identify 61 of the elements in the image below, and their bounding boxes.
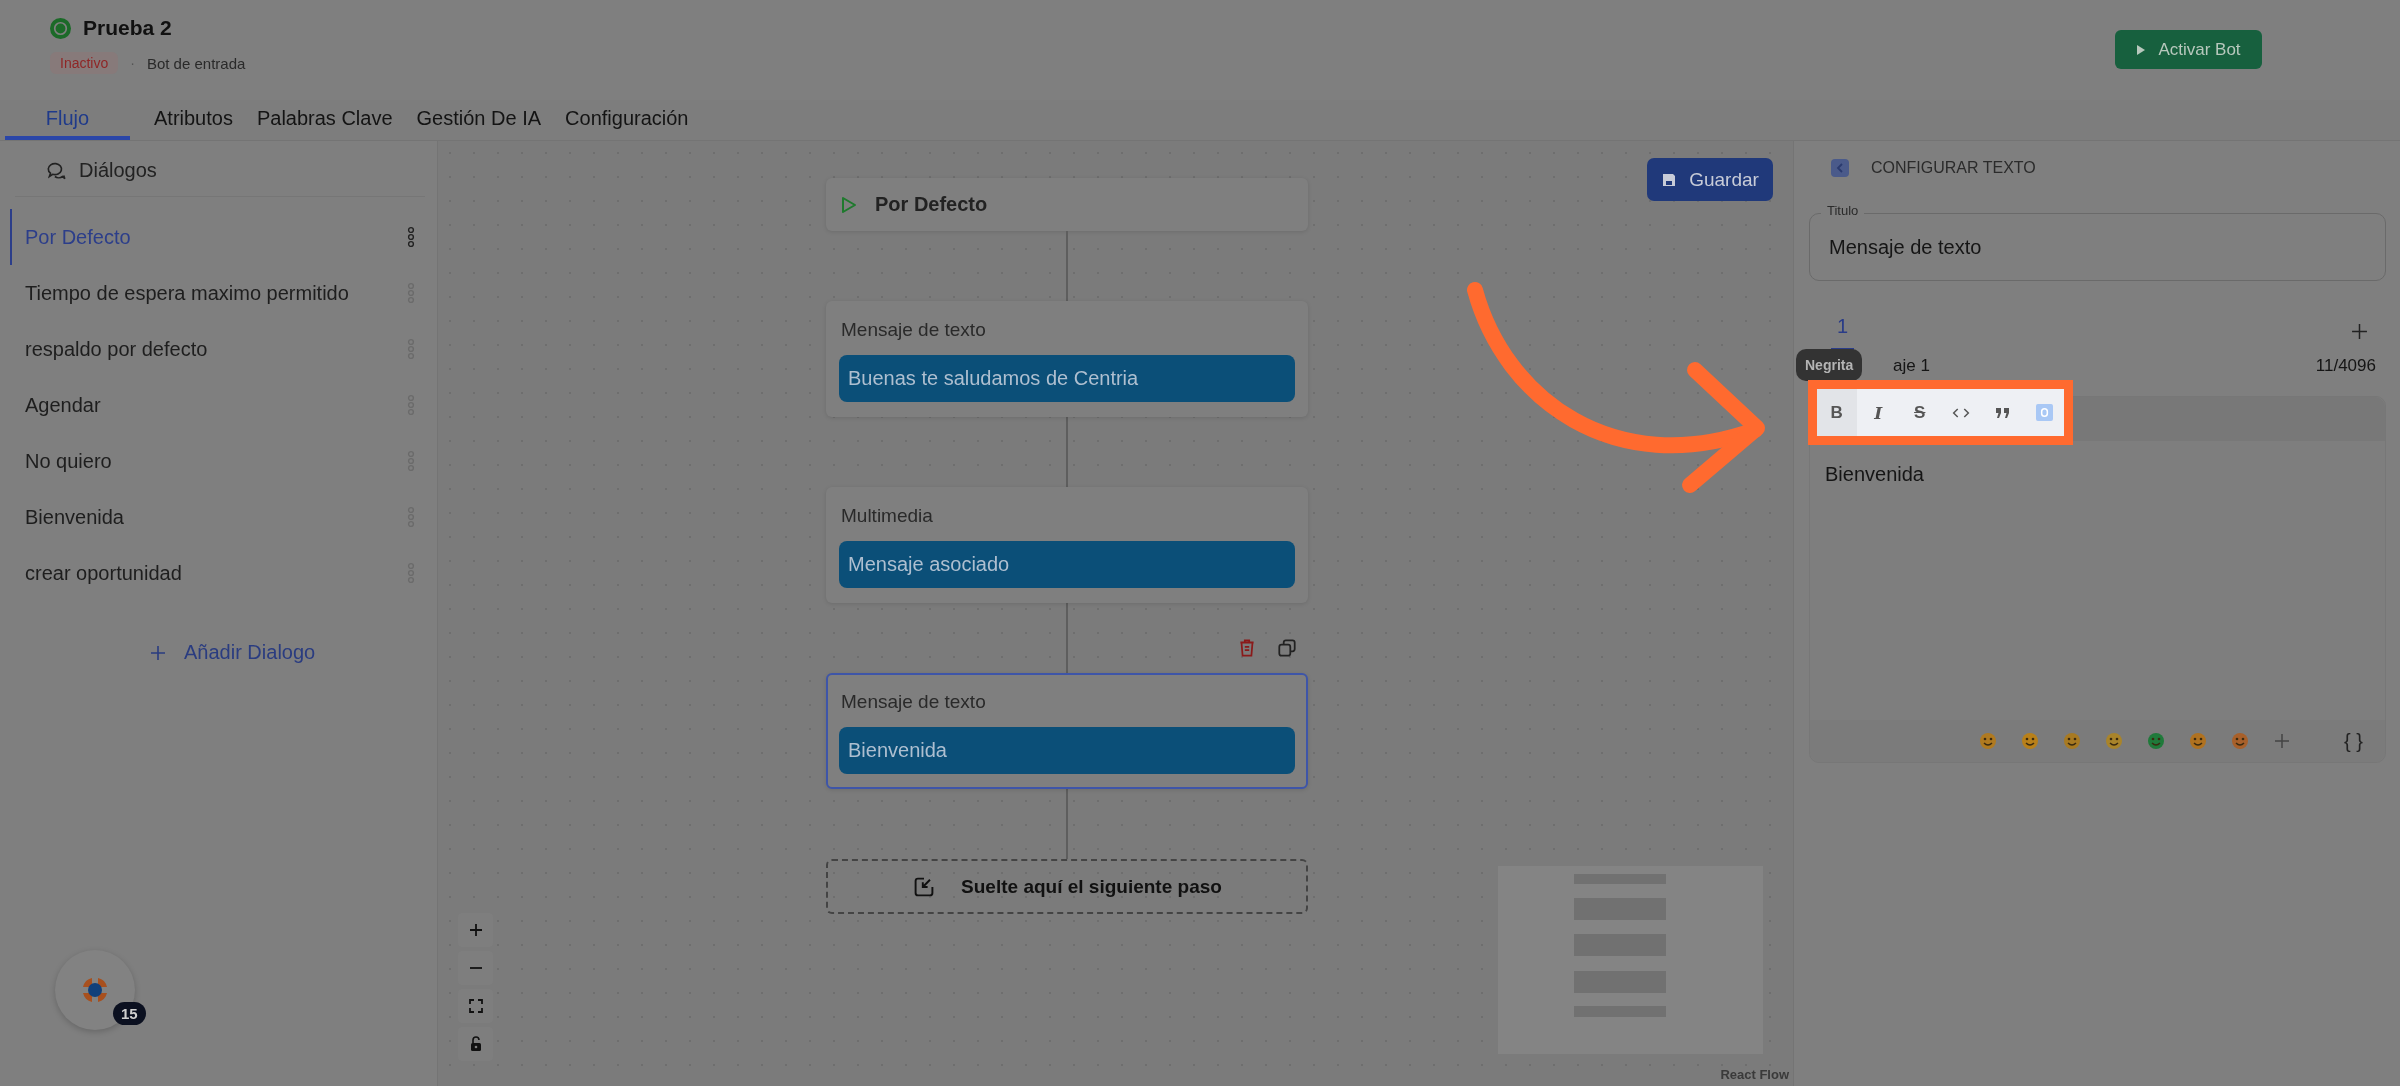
field-label: Titulo bbox=[1821, 203, 1865, 218]
node-title: Mensaje de texto bbox=[840, 319, 987, 341]
emoji-icon[interactable] bbox=[2020, 731, 2041, 751]
tab[interactable]: Gestión De IA bbox=[416, 107, 542, 140]
message-text: Bienvenida bbox=[1824, 462, 1925, 487]
node-title: Por Defecto bbox=[875, 193, 988, 216]
drop-label: Suelte aquí el siguiente paso bbox=[961, 875, 1222, 898]
quote-icon bbox=[1993, 405, 2012, 420]
plus-icon bbox=[467, 922, 484, 938]
emoji-icon[interactable] bbox=[2062, 731, 2083, 751]
notification-badge: 15 bbox=[113, 1002, 146, 1025]
attribution-link[interactable]: React Flow bbox=[1720, 1067, 1789, 1082]
message-bubble: Mensaje asociado bbox=[839, 541, 1295, 588]
save-icon bbox=[1661, 171, 1678, 188]
activate-bot-button[interactable]: Activar Bot bbox=[2115, 30, 2262, 69]
bot-type: Bot de entrada bbox=[146, 54, 246, 72]
dialog-item[interactable]: Tiempo de espera maximo permitido bbox=[10, 265, 425, 321]
plus-icon bbox=[150, 644, 166, 661]
dialog-item[interactable]: Por Defecto bbox=[10, 209, 425, 265]
message-bubble: Buenas te saludamos de Centria bbox=[839, 355, 1295, 402]
dialog-item[interactable]: Agendar bbox=[10, 377, 425, 433]
emoji-icon[interactable] bbox=[2146, 731, 2167, 751]
more-icon[interactable] bbox=[407, 226, 415, 248]
message-node[interactable]: Mensaje de texto Buenas te saludamos de Centria bbox=[826, 301, 1308, 417]
bot-title: Prueba 2 bbox=[83, 16, 172, 40]
start-node[interactable]: Por Defecto bbox=[826, 178, 1308, 231]
message-bubble: Bienvenida bbox=[839, 727, 1295, 774]
play-icon bbox=[2136, 43, 2147, 56]
emoji-icon[interactable] bbox=[1978, 731, 1999, 751]
tooltip: Negrita bbox=[1796, 349, 1863, 381]
node-title: Mensaje de texto bbox=[840, 691, 987, 713]
status-badge: Inactivo bbox=[50, 52, 119, 74]
copy-icon[interactable] bbox=[1276, 637, 1298, 659]
emoji-icon[interactable] bbox=[2104, 731, 2125, 751]
minus-icon bbox=[468, 967, 483, 969]
variables-button[interactable]: { } bbox=[2344, 729, 2363, 753]
dialog-item[interactable]: Bienvenida bbox=[10, 489, 425, 545]
message-label: aje 1 bbox=[1893, 356, 1930, 376]
emoji-icon[interactable] bbox=[2230, 731, 2251, 751]
panel-title: CONFIGURAR TEXTO bbox=[1871, 159, 2036, 177]
bold-button[interactable]: B bbox=[1817, 389, 1857, 436]
tab[interactable]: Configuración bbox=[565, 107, 689, 140]
emoji-icon[interactable] bbox=[2188, 731, 2209, 751]
play-icon bbox=[841, 195, 857, 214]
separator-dot: · bbox=[130, 55, 135, 71]
tab[interactable]: Atributos bbox=[154, 107, 233, 140]
dialog-item[interactable]: respaldo por defecto bbox=[10, 321, 425, 377]
code-block-icon bbox=[2035, 404, 2053, 421]
add-icon[interactable] bbox=[2351, 322, 2368, 340]
save-button[interactable]: Guardar bbox=[1647, 158, 1773, 201]
drop-zone[interactable]: Suelte aquí el siguiente paso bbox=[826, 859, 1308, 914]
dialog-item[interactable]: crear oportunidad bbox=[10, 545, 425, 601]
back-icon[interactable] bbox=[1831, 159, 1849, 177]
node-title: Multimedia bbox=[840, 505, 934, 527]
dialog-item[interactable]: No quiero bbox=[10, 433, 425, 489]
fit-view-icon bbox=[467, 998, 484, 1014]
message-node[interactable]: Multimedia Mensaje asociado bbox=[826, 487, 1308, 603]
add-dialog-button[interactable]: Añadir Dialogo bbox=[150, 641, 316, 664]
tab[interactable]: Palabras Clave bbox=[256, 107, 393, 140]
sidebar-title: Diálogos bbox=[79, 159, 157, 182]
char-counter: 11/4096 bbox=[2315, 356, 2376, 376]
